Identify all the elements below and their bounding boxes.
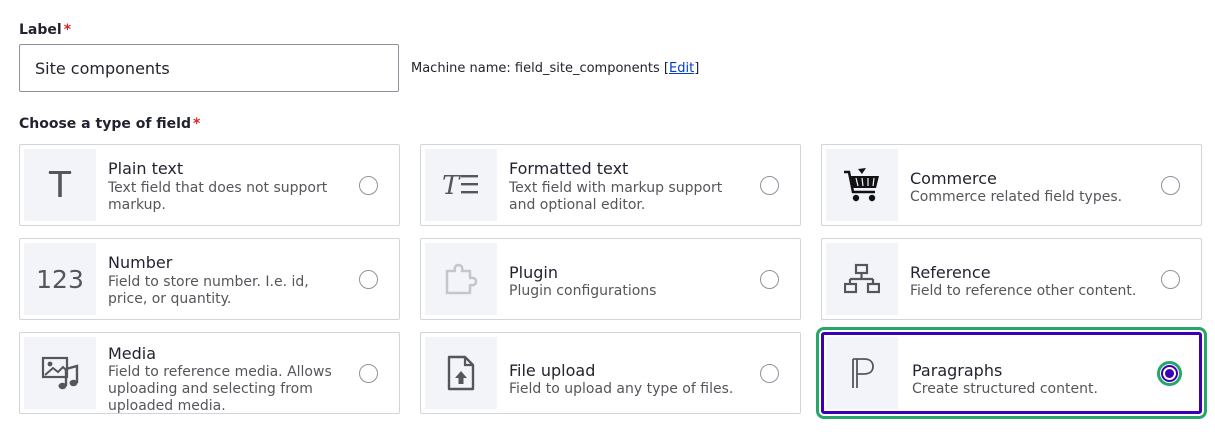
- field-type-option-media[interactable]: Media Field to reference media. Allows u…: [19, 332, 400, 414]
- option-description: Create structured content.: [912, 381, 1098, 397]
- edit-machine-name-link[interactable]: Edit: [669, 61, 694, 76]
- machine-name-text: Machine name: field_site_components: [411, 61, 660, 76]
- option-title: Plain text: [108, 159, 184, 178]
- field-type-option-file-upload[interactable]: File upload Field to upload any type of …: [420, 332, 801, 414]
- shopping-cart-icon: [826, 149, 898, 221]
- bracket-close: ]: [694, 61, 700, 76]
- label-field-title: Label *: [19, 22, 71, 38]
- field-type-option-plugin[interactable]: Plugin Plugin configurations: [420, 238, 801, 320]
- required-marker: *: [63, 22, 72, 38]
- option-radio[interactable]: [760, 176, 779, 195]
- media-icon: [24, 337, 96, 409]
- option-radio[interactable]: [1161, 176, 1180, 195]
- option-title: Commerce: [910, 169, 997, 188]
- field-type-option-paragraphs[interactable]: Paragraphs Create structured content.: [816, 327, 1207, 419]
- option-description: Field to upload any type of files.: [509, 381, 734, 397]
- text-t-icon: T: [24, 149, 96, 221]
- file-upload-icon: [425, 337, 497, 409]
- field-type-label-text: Choose a type of field: [19, 116, 191, 132]
- option-description: Field to reference media. Allows uploadi…: [108, 364, 332, 414]
- option-radio[interactable]: [760, 270, 779, 289]
- svg-text:T: T: [442, 172, 461, 198]
- option-title: Number: [108, 253, 173, 272]
- option-description: Field to reference other content.: [910, 283, 1137, 299]
- option-description: Text field that does not support markup.: [108, 180, 328, 213]
- hierarchy-icon: [826, 243, 898, 315]
- puzzle-piece-icon: [425, 243, 497, 315]
- option-description: Field to store number. I.e. id, price, o…: [108, 274, 309, 307]
- option-radio[interactable]: [359, 270, 378, 289]
- option-radio-selected[interactable]: [1157, 361, 1182, 386]
- option-radio[interactable]: [359, 364, 378, 383]
- option-description: Text field with markup support and optio…: [509, 180, 723, 213]
- option-description: Plugin configurations: [509, 283, 657, 299]
- field-type-option-number[interactable]: 123 Number Field to store number. I.e. i…: [19, 238, 400, 320]
- field-type-option-commerce[interactable]: Commerce Commerce related field types.: [821, 144, 1202, 226]
- option-title: Plugin: [509, 263, 558, 282]
- field-type-label: Choose a type of field *: [19, 116, 200, 132]
- option-title: File upload: [509, 361, 596, 380]
- required-marker: *: [193, 116, 201, 132]
- option-title: Media: [108, 344, 157, 363]
- machine-name: Machine name: field_site_components [Edi…: [411, 61, 699, 76]
- label-input[interactable]: [19, 44, 399, 92]
- option-radio[interactable]: [1161, 270, 1180, 289]
- field-type-option-reference[interactable]: Reference Field to reference other conte…: [821, 238, 1202, 320]
- number-123-icon: 123: [24, 243, 96, 315]
- formatted-text-icon: T: [425, 149, 497, 221]
- option-radio[interactable]: [359, 176, 378, 195]
- option-title: Reference: [910, 263, 991, 282]
- label-text: Label: [19, 22, 62, 38]
- paragraph-icon: [826, 337, 898, 409]
- option-description: Commerce related field types.: [910, 189, 1123, 205]
- option-title: Formatted text: [509, 159, 629, 178]
- field-type-option-formatted-text[interactable]: T Formatted text Text field with markup …: [420, 144, 801, 226]
- field-type-option-plain-text[interactable]: T Plain text Text field that does not su…: [19, 144, 400, 226]
- option-radio[interactable]: [760, 364, 779, 383]
- option-title: Paragraphs: [912, 361, 1003, 380]
